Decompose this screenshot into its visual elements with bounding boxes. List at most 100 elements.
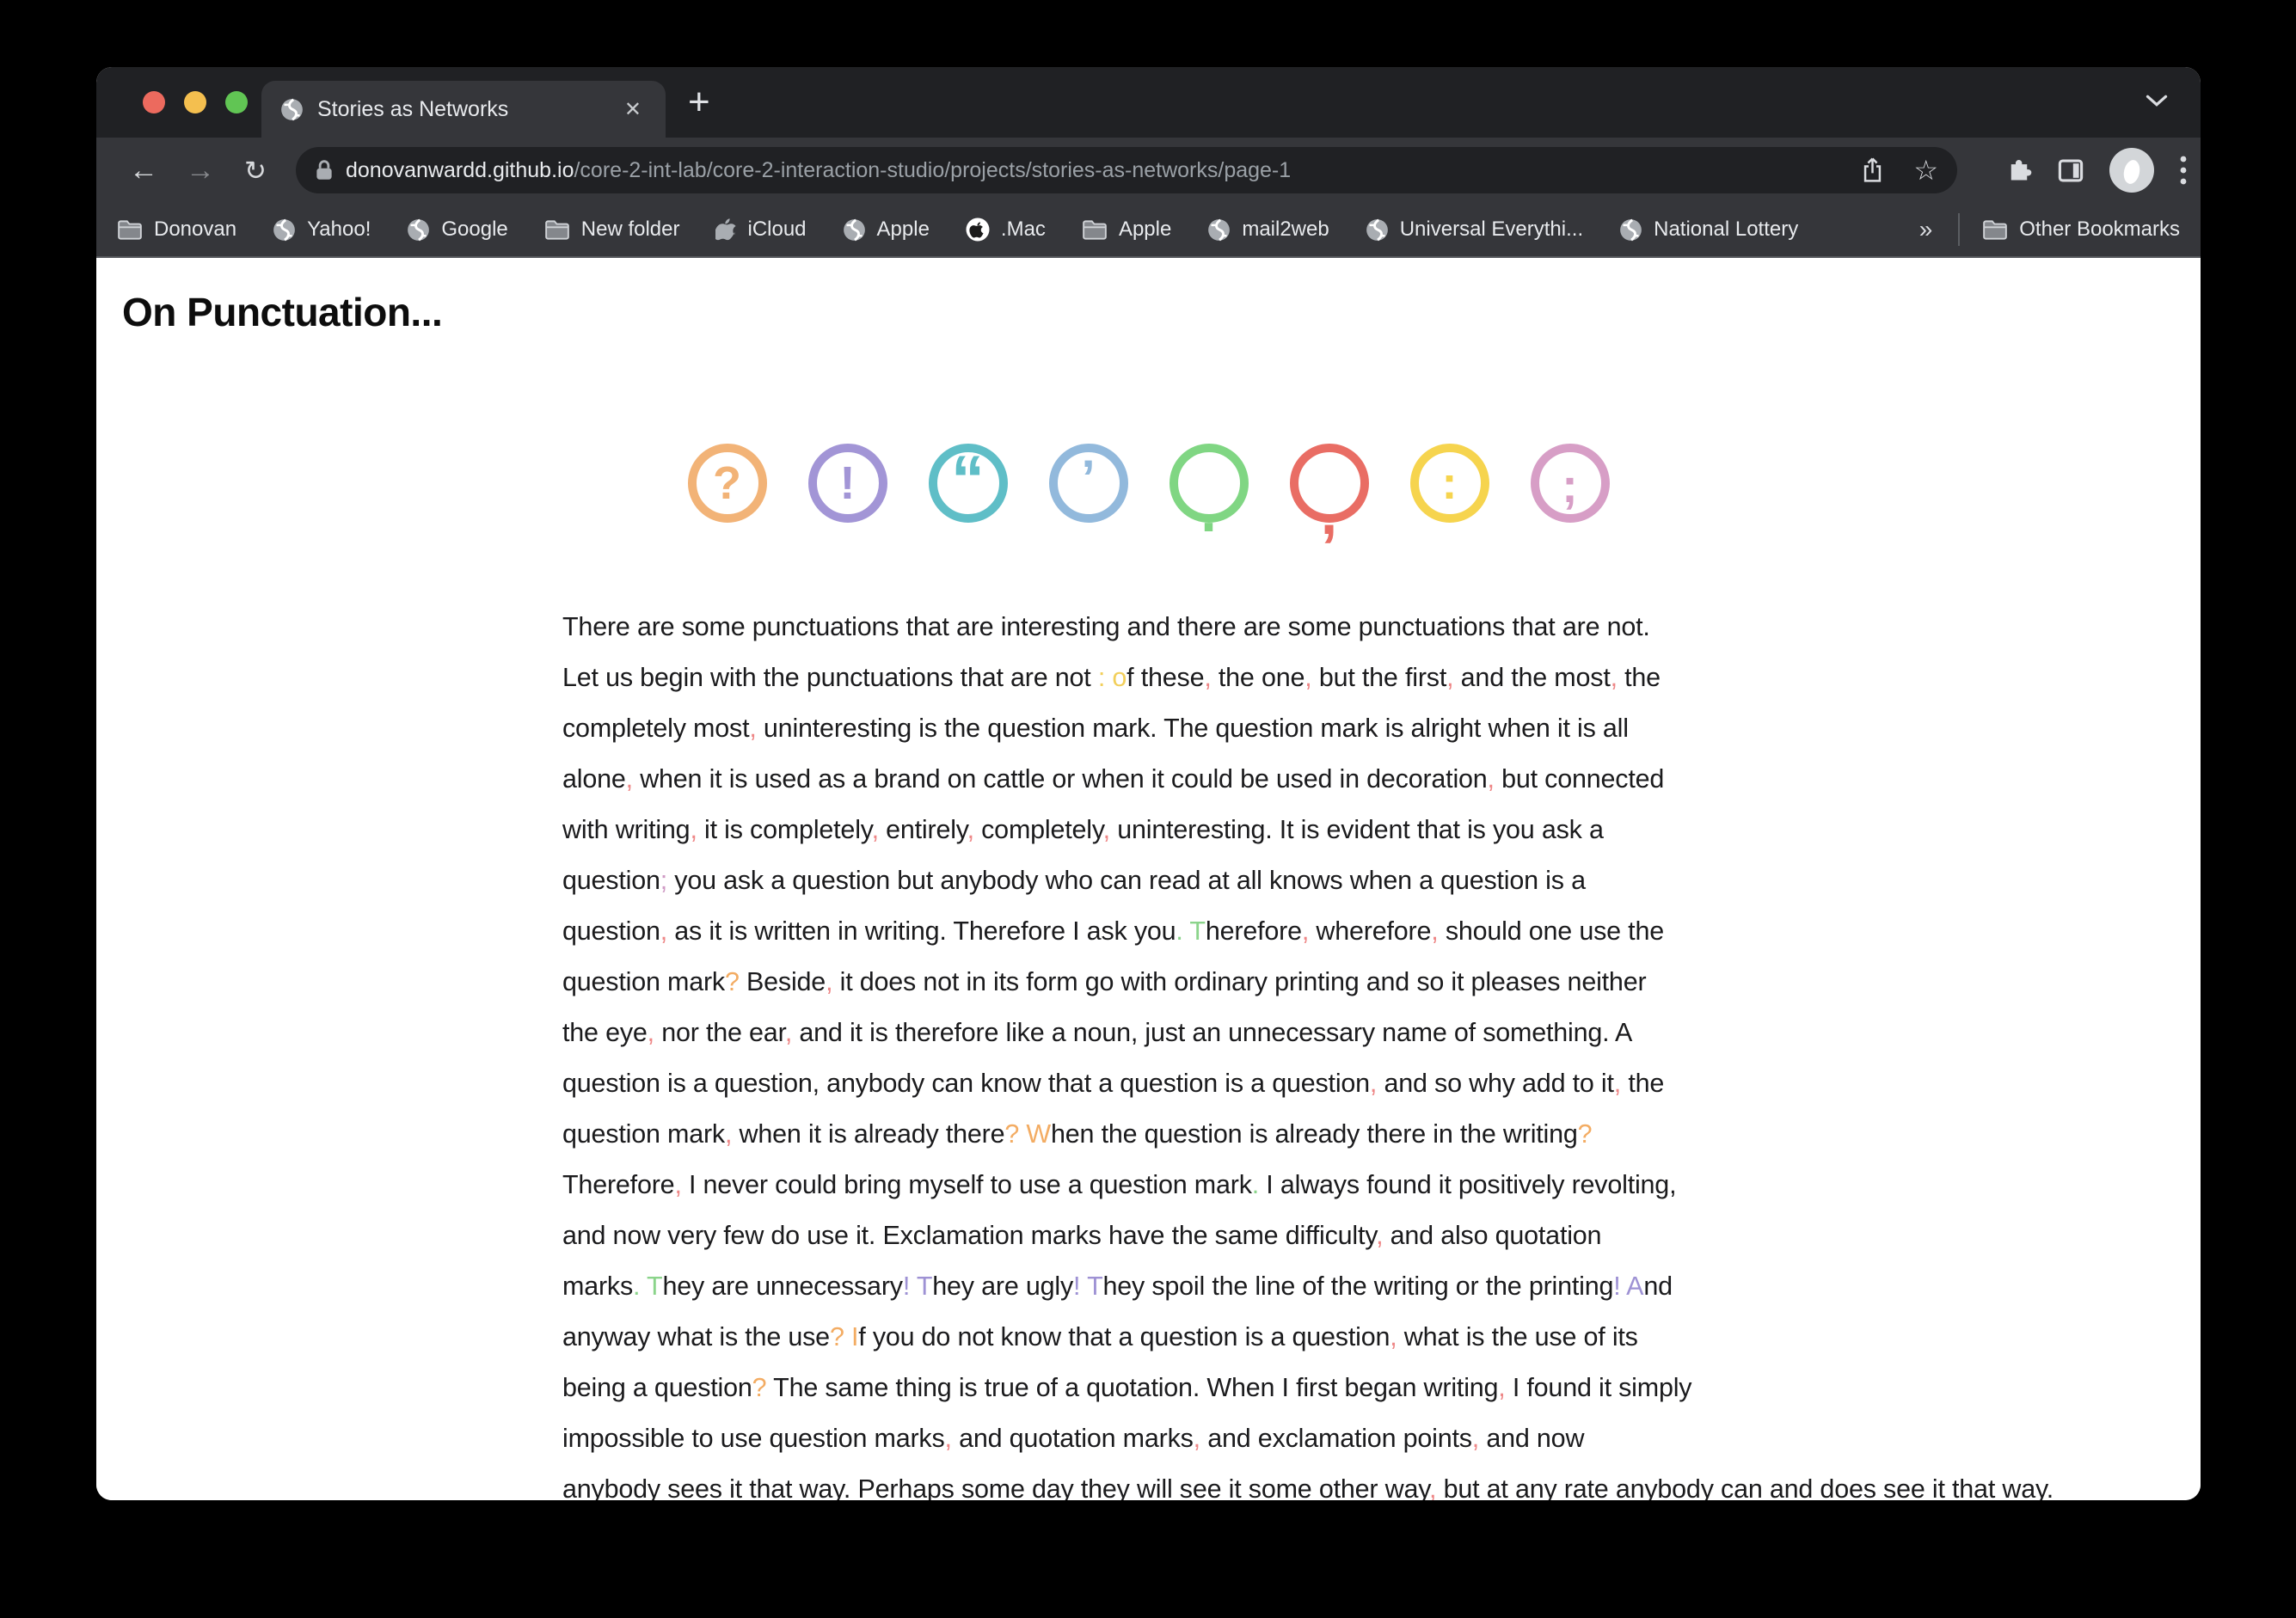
globe-icon	[407, 218, 430, 242]
bookmark-item[interactable]: iCloud	[715, 218, 806, 242]
body-line: question mark? Beside, it does not in it…	[562, 957, 1809, 1008]
bookmark-label: Apple	[1119, 218, 1171, 242]
browser-window: Stories as Networks ✕ + ← → ↻ donovanwar…	[96, 67, 2201, 1500]
globe-icon	[1619, 218, 1642, 242]
bookmark-item[interactable]: National Lottery	[1619, 218, 1798, 242]
bookmark-item[interactable]: New folder	[544, 218, 680, 242]
browser-toolbar: ← → ↻ donovanwardd.github.io/core-2-int-…	[96, 138, 2201, 203]
bookmarks-list: Donovan Yahoo! Google New folder iCloud Apple…	[117, 218, 1798, 242]
exclamation-icon-glyph: !	[840, 460, 856, 506]
body-line: the eye, nor the ear, and it is therefor…	[562, 1008, 1809, 1058]
toolbar-right-cluster	[2006, 148, 2187, 193]
address-bar[interactable]: donovanwardd.github.io/core-2-int-lab/co…	[296, 147, 1957, 193]
close-window-button[interactable]	[143, 91, 165, 113]
bookmarks-overflow-chevron[interactable]: »	[1919, 216, 1933, 243]
page-title: On Punctuation...	[122, 289, 442, 335]
folder-icon	[544, 218, 570, 241]
body-line: marks. They are unnecessary! They are ug…	[562, 1261, 1809, 1312]
bookmark-label: iCloud	[747, 218, 806, 242]
side-panel-icon[interactable]	[2058, 159, 2084, 182]
menu-dots-icon[interactable]	[2180, 155, 2187, 186]
bookmark-star-icon[interactable]: ☆	[1913, 154, 1938, 187]
body-line: impossible to use question marks, and qu…	[562, 1413, 1809, 1464]
body-line: question is a question, anybody can know…	[562, 1058, 1809, 1109]
period-icon-glyph: .	[1200, 483, 1216, 512]
lock-icon	[315, 159, 334, 182]
bookmark-label: Universal Everythi...	[1400, 218, 1583, 242]
bookmark-item[interactable]: mail2web	[1207, 218, 1329, 242]
bookmark-item[interactable]: Apple	[1082, 218, 1171, 242]
folder-icon	[1982, 218, 2008, 241]
apple-icon	[715, 218, 736, 242]
body-line: anybody sees it that way. Perhaps some d…	[562, 1464, 1809, 1500]
bookmark-label: Donovan	[154, 218, 236, 242]
body-line: anyway what is the use? If you do not kn…	[562, 1312, 1809, 1363]
bookmarks-divider	[1958, 213, 1960, 246]
bookmarks-right: » Other Bookmarks	[1919, 213, 2180, 246]
body-line: and now very few do use it. Exclamation …	[562, 1210, 1809, 1261]
reload-button[interactable]: ↻	[244, 157, 267, 184]
quotation-icon: “	[929, 444, 1008, 523]
bookmark-item[interactable]: Donovan	[117, 218, 236, 242]
globe-icon	[273, 218, 296, 242]
tab-close-icon[interactable]: ✕	[619, 95, 647, 124]
body-line: Let us begin with the punctuations that …	[562, 653, 1809, 703]
bookmark-item[interactable]: Apple	[843, 218, 930, 242]
quotation-icon-glyph: “	[951, 445, 985, 480]
url-text: donovanwardd.github.io/core-2-int-lab/co…	[346, 158, 1291, 183]
globe-icon	[1207, 218, 1231, 242]
comma-icon: ,	[1290, 444, 1369, 523]
webpage-content: On Punctuation... ?! “ ’.,:; There are som…	[96, 258, 2201, 1500]
globe-icon	[843, 218, 866, 242]
back-button[interactable]: ←	[129, 156, 158, 185]
bookmark-label: mail2web	[1242, 218, 1329, 242]
url-path: /core-2-int-lab/core-2-interaction-studi…	[574, 158, 1291, 182]
apple-badge-icon	[966, 218, 990, 242]
punctuation-icon-row: ?! “ ’.,:;	[96, 444, 2201, 523]
tab-strip: Stories as Networks ✕ +	[96, 67, 2201, 138]
profile-avatar[interactable]	[2109, 148, 2154, 193]
other-bookmarks-label: Other Bookmarks	[2019, 218, 2180, 242]
bookmark-item[interactable]: Google	[407, 218, 507, 242]
bookmark-label: New folder	[581, 218, 680, 242]
body-line: question mark, when it is already there?…	[562, 1109, 1809, 1160]
bookmark-label: Yahoo!	[307, 218, 371, 242]
question-mark-icon-glyph: ?	[713, 460, 741, 506]
other-bookmarks-button[interactable]: Other Bookmarks	[1982, 218, 2180, 242]
body-line: with writing, it is completely, entirely…	[562, 805, 1809, 855]
bookmark-item[interactable]: .Mac	[966, 218, 1046, 242]
tab-favicon-globe-icon	[280, 98, 304, 121]
folder-icon	[117, 218, 143, 241]
body-line: There are some punctuations that are int…	[562, 602, 1809, 653]
semicolon-icon: ;	[1531, 444, 1610, 523]
body-line: alone, when it is used as a brand on cat…	[562, 754, 1809, 805]
body-line: Therefore, I never could bring myself to…	[562, 1160, 1809, 1210]
body-line: question; you ask a question but anybody…	[562, 855, 1809, 906]
bookmark-label: .Mac	[1001, 218, 1046, 242]
window-controls	[143, 91, 248, 113]
tab-search-chevron-icon[interactable]	[2146, 95, 2168, 107]
bookmark-item[interactable]: Yahoo!	[273, 218, 371, 242]
body-line: being a question? The same thing is true…	[562, 1363, 1809, 1413]
extensions-puzzle-icon[interactable]	[2006, 157, 2032, 183]
browser-tab[interactable]: Stories as Networks ✕	[261, 81, 666, 138]
colon-icon-glyph: :	[1442, 460, 1458, 506]
bookmarks-bar: Donovan Yahoo! Google New folder iCloud Apple…	[96, 203, 2201, 258]
apostrophe-icon: ’	[1049, 444, 1128, 523]
url-domain: donovanwardd.github.io	[346, 158, 574, 182]
share-icon[interactable]	[1861, 156, 1884, 184]
zoom-window-button[interactable]	[225, 91, 248, 113]
bookmark-label: Apple	[877, 218, 930, 242]
tab-title: Stories as Networks	[317, 97, 605, 122]
body-text: There are some punctuations that are int…	[562, 602, 1809, 1500]
body-line: question, as it is written in writing. T…	[562, 906, 1809, 957]
comma-icon-glyph: ,	[1321, 483, 1337, 531]
question-mark-icon: ?	[688, 444, 767, 523]
new-tab-button[interactable]: +	[688, 79, 710, 126]
bookmark-item[interactable]: Universal Everythi...	[1366, 218, 1583, 242]
globe-icon	[1366, 218, 1389, 242]
bookmark-label: Google	[441, 218, 507, 242]
minimize-window-button[interactable]	[184, 91, 206, 113]
forward-button[interactable]: →	[186, 156, 215, 185]
exclamation-icon: !	[808, 444, 887, 523]
